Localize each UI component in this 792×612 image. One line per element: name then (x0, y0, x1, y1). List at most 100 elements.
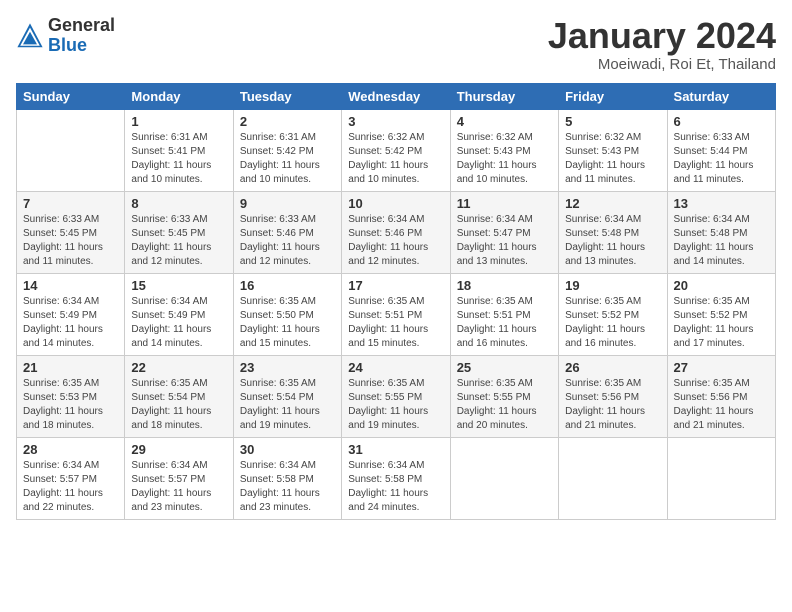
day-number: 29 (131, 442, 226, 457)
day-number: 14 (23, 278, 118, 293)
sunrise-text: Sunrise: 6:33 AM (131, 213, 226, 227)
daylight-text: Daylight: 11 hours and 10 minutes. (240, 159, 335, 187)
sunset-text: Sunset: 5:54 PM (131, 391, 226, 405)
col-saturday: Saturday (667, 83, 775, 109)
sunrise-text: Sunrise: 6:34 AM (23, 459, 118, 473)
sunset-text: Sunset: 5:48 PM (674, 227, 769, 241)
day-info: Sunrise: 6:33 AM Sunset: 5:46 PM Dayligh… (240, 213, 335, 269)
logo-general-text: General (48, 16, 115, 36)
daylight-text: Daylight: 11 hours and 11 minutes. (674, 159, 769, 187)
day-number: 21 (23, 360, 118, 375)
sunset-text: Sunset: 5:43 PM (565, 145, 660, 159)
day-info: Sunrise: 6:35 AM Sunset: 5:52 PM Dayligh… (674, 295, 769, 351)
table-row: 17 Sunrise: 6:35 AM Sunset: 5:51 PM Dayl… (342, 273, 450, 355)
table-row: 27 Sunrise: 6:35 AM Sunset: 5:56 PM Dayl… (667, 355, 775, 437)
day-number: 26 (565, 360, 660, 375)
day-info: Sunrise: 6:31 AM Sunset: 5:41 PM Dayligh… (131, 131, 226, 187)
table-row: 16 Sunrise: 6:35 AM Sunset: 5:50 PM Dayl… (233, 273, 341, 355)
daylight-text: Daylight: 11 hours and 18 minutes. (23, 405, 118, 433)
sunrise-text: Sunrise: 6:35 AM (565, 295, 660, 309)
day-number: 31 (348, 442, 443, 457)
title-section: January 2024 Moeiwadi, Roi Et, Thailand (548, 16, 776, 73)
calendar-week-row: 14 Sunrise: 6:34 AM Sunset: 5:49 PM Dayl… (17, 273, 776, 355)
daylight-text: Daylight: 11 hours and 10 minutes. (131, 159, 226, 187)
daylight-text: Daylight: 11 hours and 11 minutes. (23, 241, 118, 269)
day-number: 5 (565, 114, 660, 129)
table-row: 2 Sunrise: 6:31 AM Sunset: 5:42 PM Dayli… (233, 109, 341, 191)
sunset-text: Sunset: 5:57 PM (23, 473, 118, 487)
day-info: Sunrise: 6:32 AM Sunset: 5:42 PM Dayligh… (348, 131, 443, 187)
sunrise-text: Sunrise: 6:31 AM (131, 131, 226, 145)
logo: General Blue (16, 16, 115, 56)
table-row: 11 Sunrise: 6:34 AM Sunset: 5:47 PM Dayl… (450, 191, 558, 273)
day-number: 15 (131, 278, 226, 293)
daylight-text: Daylight: 11 hours and 17 minutes. (674, 323, 769, 351)
day-number: 17 (348, 278, 443, 293)
sunrise-text: Sunrise: 6:34 AM (131, 295, 226, 309)
sunrise-text: Sunrise: 6:35 AM (457, 295, 552, 309)
table-row: 7 Sunrise: 6:33 AM Sunset: 5:45 PM Dayli… (17, 191, 125, 273)
day-info: Sunrise: 6:32 AM Sunset: 5:43 PM Dayligh… (565, 131, 660, 187)
sunrise-text: Sunrise: 6:32 AM (565, 131, 660, 145)
day-info: Sunrise: 6:34 AM Sunset: 5:57 PM Dayligh… (23, 459, 118, 515)
day-number: 9 (240, 196, 335, 211)
sunrise-text: Sunrise: 6:34 AM (348, 459, 443, 473)
sunset-text: Sunset: 5:55 PM (457, 391, 552, 405)
daylight-text: Daylight: 11 hours and 23 minutes. (131, 487, 226, 515)
sunset-text: Sunset: 5:53 PM (23, 391, 118, 405)
day-number: 4 (457, 114, 552, 129)
daylight-text: Daylight: 11 hours and 21 minutes. (565, 405, 660, 433)
daylight-text: Daylight: 11 hours and 20 minutes. (457, 405, 552, 433)
daylight-text: Daylight: 11 hours and 22 minutes. (23, 487, 118, 515)
table-row: 15 Sunrise: 6:34 AM Sunset: 5:49 PM Dayl… (125, 273, 233, 355)
sunset-text: Sunset: 5:49 PM (23, 309, 118, 323)
day-number: 1 (131, 114, 226, 129)
sunset-text: Sunset: 5:49 PM (131, 309, 226, 323)
day-info: Sunrise: 6:33 AM Sunset: 5:44 PM Dayligh… (674, 131, 769, 187)
day-number: 28 (23, 442, 118, 457)
day-number: 3 (348, 114, 443, 129)
sunrise-text: Sunrise: 6:35 AM (457, 377, 552, 391)
day-info: Sunrise: 6:35 AM Sunset: 5:51 PM Dayligh… (348, 295, 443, 351)
logo-text: General Blue (48, 16, 115, 56)
table-row: 12 Sunrise: 6:34 AM Sunset: 5:48 PM Dayl… (559, 191, 667, 273)
day-info: Sunrise: 6:35 AM Sunset: 5:55 PM Dayligh… (457, 377, 552, 433)
location-subtitle: Moeiwadi, Roi Et, Thailand (548, 56, 776, 73)
daylight-text: Daylight: 11 hours and 15 minutes. (240, 323, 335, 351)
daylight-text: Daylight: 11 hours and 10 minutes. (457, 159, 552, 187)
day-number: 2 (240, 114, 335, 129)
sunrise-text: Sunrise: 6:35 AM (565, 377, 660, 391)
day-info: Sunrise: 6:33 AM Sunset: 5:45 PM Dayligh… (131, 213, 226, 269)
sunset-text: Sunset: 5:58 PM (348, 473, 443, 487)
col-tuesday: Tuesday (233, 83, 341, 109)
sunset-text: Sunset: 5:50 PM (240, 309, 335, 323)
day-number: 25 (457, 360, 552, 375)
sunset-text: Sunset: 5:52 PM (565, 309, 660, 323)
sunset-text: Sunset: 5:41 PM (131, 145, 226, 159)
col-wednesday: Wednesday (342, 83, 450, 109)
daylight-text: Daylight: 11 hours and 18 minutes. (131, 405, 226, 433)
calendar-table: Sunday Monday Tuesday Wednesday Thursday… (16, 83, 776, 520)
day-number: 13 (674, 196, 769, 211)
day-info: Sunrise: 6:31 AM Sunset: 5:42 PM Dayligh… (240, 131, 335, 187)
daylight-text: Daylight: 11 hours and 13 minutes. (457, 241, 552, 269)
calendar-week-row: 28 Sunrise: 6:34 AM Sunset: 5:57 PM Dayl… (17, 437, 776, 519)
sunrise-text: Sunrise: 6:31 AM (240, 131, 335, 145)
sunrise-text: Sunrise: 6:35 AM (131, 377, 226, 391)
col-thursday: Thursday (450, 83, 558, 109)
day-info: Sunrise: 6:35 AM Sunset: 5:54 PM Dayligh… (240, 377, 335, 433)
table-row: 28 Sunrise: 6:34 AM Sunset: 5:57 PM Dayl… (17, 437, 125, 519)
day-info: Sunrise: 6:34 AM Sunset: 5:46 PM Dayligh… (348, 213, 443, 269)
table-row: 25 Sunrise: 6:35 AM Sunset: 5:55 PM Dayl… (450, 355, 558, 437)
day-number: 7 (23, 196, 118, 211)
sunrise-text: Sunrise: 6:33 AM (23, 213, 118, 227)
table-row: 23 Sunrise: 6:35 AM Sunset: 5:54 PM Dayl… (233, 355, 341, 437)
sunrise-text: Sunrise: 6:34 AM (240, 459, 335, 473)
table-row (450, 437, 558, 519)
daylight-text: Daylight: 11 hours and 24 minutes. (348, 487, 443, 515)
table-row: 4 Sunrise: 6:32 AM Sunset: 5:43 PM Dayli… (450, 109, 558, 191)
sunrise-text: Sunrise: 6:35 AM (348, 295, 443, 309)
day-info: Sunrise: 6:34 AM Sunset: 5:58 PM Dayligh… (240, 459, 335, 515)
table-row: 14 Sunrise: 6:34 AM Sunset: 5:49 PM Dayl… (17, 273, 125, 355)
daylight-text: Daylight: 11 hours and 16 minutes. (565, 323, 660, 351)
